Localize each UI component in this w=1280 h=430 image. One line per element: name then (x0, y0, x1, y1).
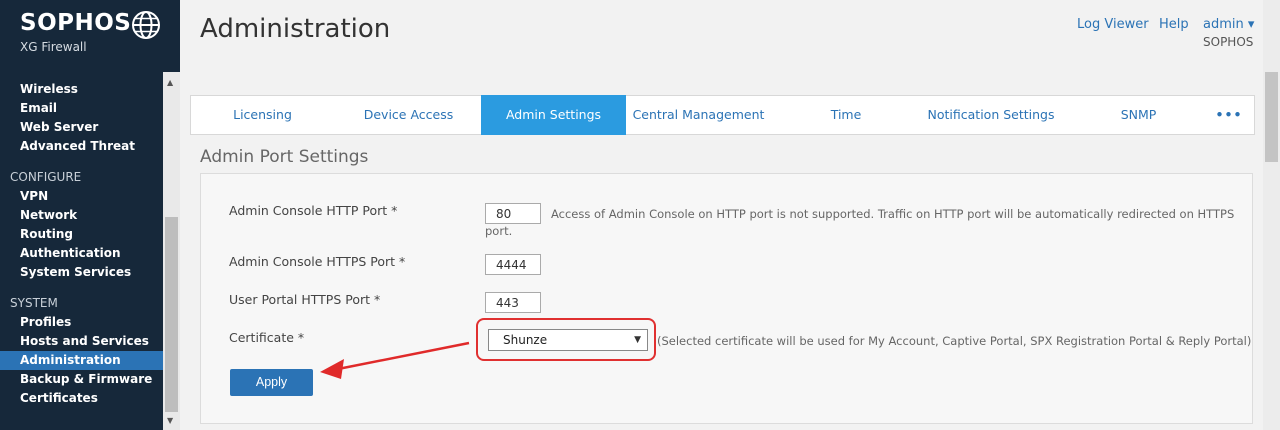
user-portal-port-input[interactable] (485, 292, 541, 313)
app-window: SOPHOS XG Firewall Wireless Email Web Se… (0, 0, 1280, 430)
sidebar-item-vpn[interactable]: VPN (0, 187, 163, 206)
sidebar-item-network[interactable]: Network (0, 206, 163, 225)
user-portal-port-label: User Portal HTTPS Port * (229, 292, 381, 307)
main-content: Administration Log Viewer Help admin ▾ S… (180, 0, 1263, 430)
sidebar-item-web-server[interactable]: Web Server (0, 118, 163, 137)
user-menu[interactable]: admin ▾ (1203, 17, 1254, 32)
sidebar-item-certificates[interactable]: Certificates (0, 389, 163, 408)
certificate-hint: (Selected certificate will be used for M… (657, 334, 1252, 348)
sidebar-section-system: SYSTEM (10, 296, 58, 310)
tab-admin-settings[interactable]: Admin Settings (481, 95, 626, 135)
tab-bar: Licensing Device Access Admin Settings C… (190, 95, 1255, 135)
tab-snmp[interactable]: SNMP (1076, 95, 1201, 135)
sidebar-item-system-services[interactable]: System Services (0, 263, 163, 282)
more-tabs-icon[interactable]: ••• (1209, 95, 1249, 135)
scroll-down-icon[interactable]: ▼ (167, 416, 173, 425)
brand-name: SOPHOS (20, 10, 132, 36)
certificate-highlight: Shunze ▼ (476, 318, 656, 361)
brand-product: XG Firewall (20, 40, 87, 54)
globe-icon (132, 11, 160, 39)
sidebar-scrollbar[interactable]: ▲ ▼ (163, 72, 180, 430)
admin-port-settings-panel: Admin Console HTTP Port * Access of Admi… (200, 173, 1253, 424)
apply-button[interactable]: Apply (230, 369, 313, 396)
sidebar-item-email[interactable]: Email (0, 99, 163, 118)
sidebar-item-backup-firmware[interactable]: Backup & Firmware (0, 370, 163, 389)
certificate-select-value: Shunze (503, 333, 548, 347)
main-scroll-thumb[interactable] (1265, 72, 1278, 162)
scroll-up-icon[interactable]: ▲ (167, 78, 173, 87)
tab-licensing[interactable]: Licensing (191, 95, 334, 135)
help-link[interactable]: Help (1159, 17, 1189, 32)
section-title: Admin Port Settings (200, 147, 369, 167)
sidebar-item-profiles[interactable]: Profiles (0, 313, 163, 332)
log-viewer-link[interactable]: Log Viewer (1077, 17, 1149, 32)
sidebar-scroll-thumb[interactable] (165, 217, 178, 412)
http-port-hint: Access of Admin Console on HTTP port is … (485, 207, 1235, 238)
sidebar-item-routing[interactable]: Routing (0, 225, 163, 244)
sidebar-item-wireless[interactable]: Wireless (0, 80, 163, 99)
main-scrollbar[interactable] (1263, 0, 1280, 430)
page-title: Administration (200, 14, 391, 44)
https-port-label: Admin Console HTTPS Port * (229, 254, 406, 269)
tab-central-management[interactable]: Central Management (626, 95, 771, 135)
sidebar-section-configure: CONFIGURE (10, 170, 82, 184)
tab-notification-settings[interactable]: Notification Settings (916, 95, 1066, 135)
sidebar-item-administration[interactable]: Administration (0, 351, 163, 370)
https-port-input[interactable] (485, 254, 541, 275)
certificate-select[interactable]: Shunze ▼ (488, 329, 648, 351)
http-port-label: Admin Console HTTP Port * (229, 203, 398, 218)
sidebar-item-advanced-threat[interactable]: Advanced Threat (0, 137, 163, 156)
chevron-down-icon: ▼ (634, 335, 641, 345)
sidebar-nav: Wireless Email Web Server Advanced Threa… (0, 80, 163, 408)
sidebar-item-authentication[interactable]: Authentication (0, 244, 163, 263)
sidebar-item-hosts-and-services[interactable]: Hosts and Services (0, 332, 163, 351)
sidebar: SOPHOS XG Firewall Wireless Email Web Se… (0, 0, 180, 430)
certificate-label: Certificate * (229, 330, 305, 345)
tab-time[interactable]: Time (781, 95, 911, 135)
brand: SOPHOS XG Firewall (0, 0, 180, 72)
tab-device-access[interactable]: Device Access (336, 95, 481, 135)
company-name: SOPHOS (1203, 35, 1254, 49)
